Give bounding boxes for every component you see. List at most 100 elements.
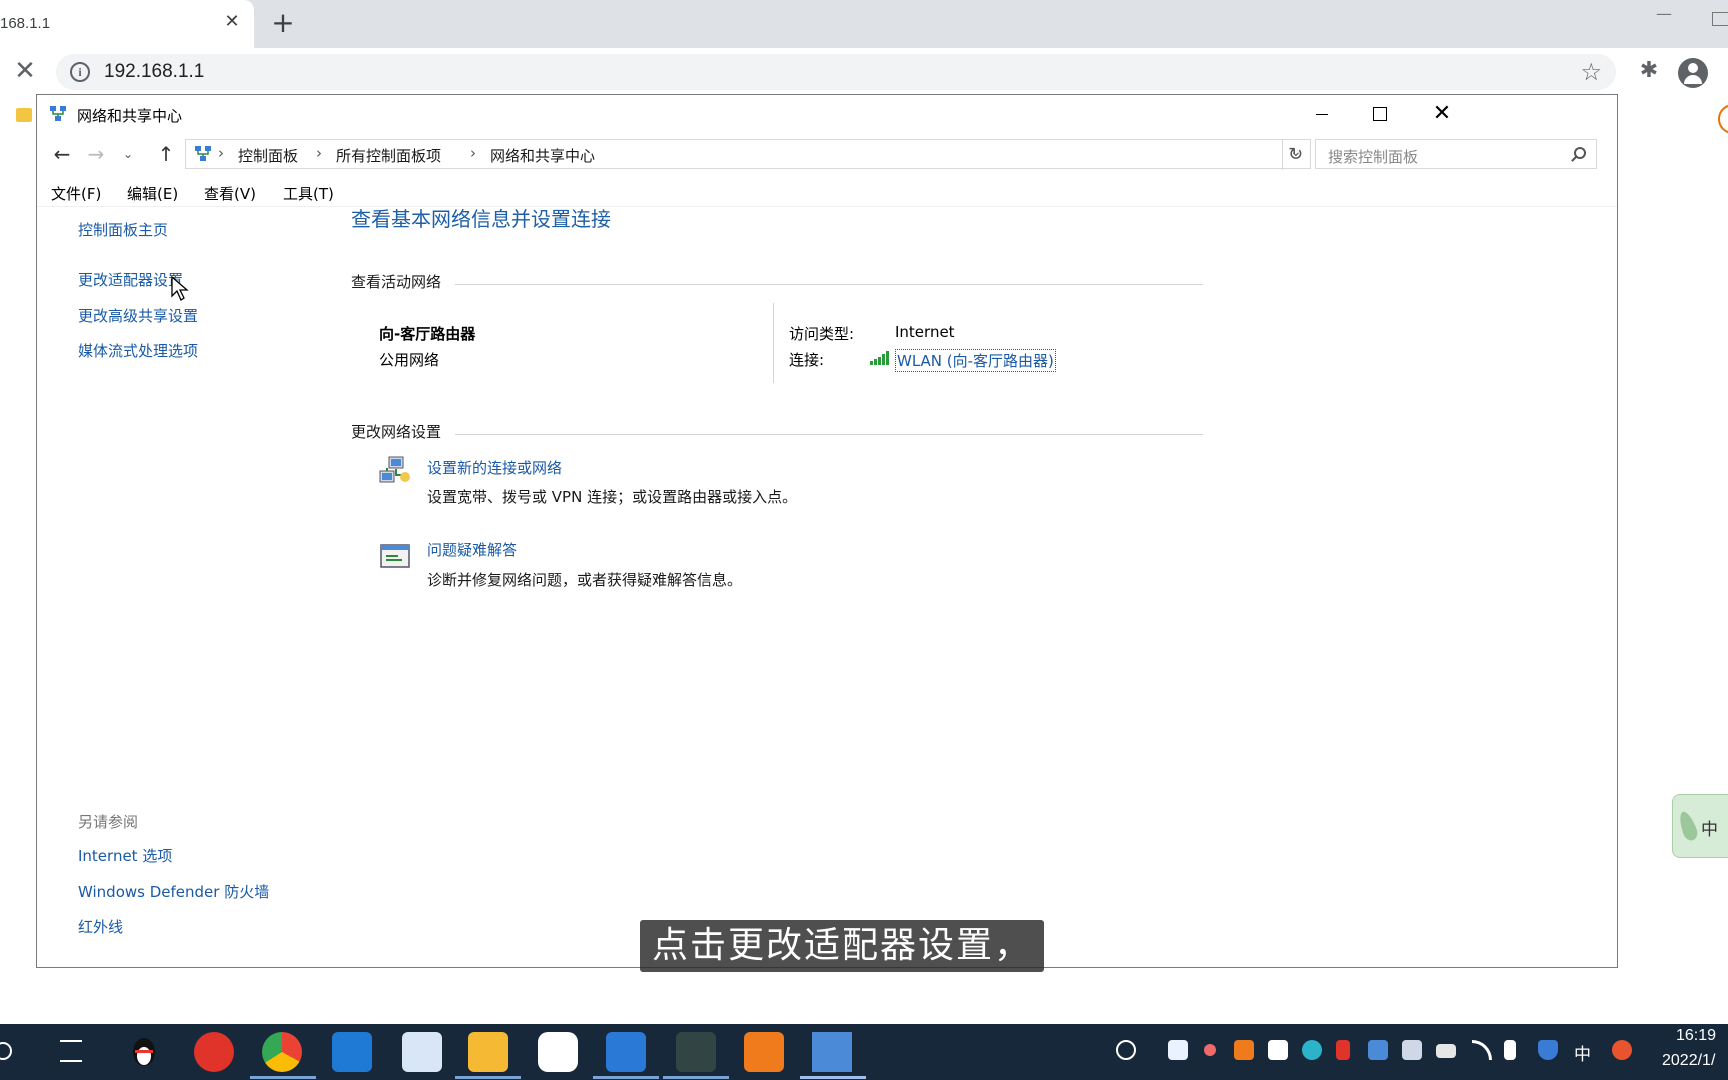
change-adapter-settings-link[interactable]: 更改适配器设置 xyxy=(78,269,183,290)
music-tray-icon[interactable] xyxy=(1336,1040,1350,1060)
see-also-title: 另请参阅 xyxy=(78,813,139,831)
setup-new-connection-link[interactable]: 设置新的连接或网络 xyxy=(427,457,562,478)
browser-minimize-icon[interactable]: — xyxy=(1652,4,1676,34)
security-shield-icon[interactable] xyxy=(1538,1040,1558,1060)
windows-taskbar: 中 16:19 2022/1/ xyxy=(0,1024,1728,1080)
up-arrow-icon[interactable]: ↑ xyxy=(153,141,179,167)
clock-time[interactable]: 16:19 xyxy=(1676,1027,1716,1045)
tab-title: 168.1.1 xyxy=(0,15,51,32)
close-button[interactable]: ✕ xyxy=(1427,99,1457,129)
troubleshoot-icon xyxy=(380,544,410,568)
section-divider xyxy=(455,284,1203,285)
qq-app-icon[interactable] xyxy=(124,1032,164,1072)
leaf-icon xyxy=(1676,809,1700,843)
stop-loading-icon[interactable]: ✕ xyxy=(10,56,40,86)
troubleshoot-link[interactable]: 问题疑难解答 xyxy=(427,539,517,560)
connection-label: 连接: xyxy=(789,351,825,369)
people-icon[interactable] xyxy=(1116,1040,1136,1060)
clock-date[interactable]: 2022/1/ xyxy=(1662,1052,1715,1070)
bookmark-star-icon[interactable]: ☆ xyxy=(1580,58,1602,86)
page-title: 查看基本网络信息并设置连接 xyxy=(351,207,611,231)
new-tab-icon[interactable]: + xyxy=(268,8,298,38)
wifi-tray-icon[interactable] xyxy=(1472,1040,1492,1060)
display-tray-icon[interactable] xyxy=(1402,1040,1422,1060)
recorder-icon[interactable] xyxy=(676,1032,716,1072)
maximize-button[interactable] xyxy=(1365,101,1395,127)
windows-defender-firewall-link[interactable]: Windows Defender 防火墙 xyxy=(78,881,269,902)
minimize-button[interactable] xyxy=(1307,103,1337,125)
troubleshoot-desc: 诊断并修复网络问题，或者获得疑难解答信息。 xyxy=(427,571,743,589)
chevron-right-icon: › xyxy=(218,144,224,162)
browser-maximize-icon[interactable] xyxy=(1712,12,1728,26)
battery-tray-icon[interactable] xyxy=(1436,1044,1456,1058)
control-panel-home-link[interactable]: 控制面板主页 xyxy=(78,219,168,240)
address-row: ← → ⌄ ↑ › 控制面板 › 所有控制面板项 › 网络和共享中心 ⌄ ↻ 搜… xyxy=(37,139,1617,171)
url-text[interactable]: 192.168.1.1 xyxy=(104,61,204,83)
chevron-right-icon: › xyxy=(316,144,322,162)
feishu-icon[interactable] xyxy=(402,1032,442,1072)
change-network-settings-heading: 更改网络设置 xyxy=(351,423,442,441)
presentation-icon[interactable] xyxy=(744,1032,784,1072)
menu-edit[interactable]: 编辑(E) xyxy=(127,183,178,204)
ime-indicator[interactable]: 中 xyxy=(1574,1040,1591,1065)
breadcrumb-control-panel[interactable]: 控制面板 xyxy=(238,145,298,166)
menu-file[interactable]: 文件(F) xyxy=(51,183,101,204)
volume-tray-icon[interactable] xyxy=(1504,1040,1516,1060)
baidu-netdisk-icon[interactable] xyxy=(538,1032,578,1072)
breadcrumb-all-items[interactable]: 所有控制面板项 xyxy=(336,145,441,166)
media-streaming-options-link[interactable]: 媒体流式处理选项 xyxy=(78,340,198,361)
internet-options-link[interactable]: Internet 选项 xyxy=(78,845,172,866)
wlan-connection-link[interactable]: WLAN (向-客厅路由器) xyxy=(895,349,1056,372)
extensions-icon[interactable]: ✱ xyxy=(1636,58,1662,84)
vertical-divider xyxy=(773,303,774,383)
search-icon[interactable] xyxy=(1574,147,1586,159)
ime-floating-widget[interactable]: 中 xyxy=(1672,794,1728,858)
menu-view[interactable]: 查看(V) xyxy=(204,183,256,204)
account-avatar[interactable] xyxy=(1718,104,1728,134)
browser-tab[interactable]: 168.1.1 ✕ xyxy=(0,0,254,48)
qq-tray-icon[interactable] xyxy=(1268,1040,1288,1060)
chevron-right-icon: › xyxy=(470,144,476,162)
network-setup-icon xyxy=(379,456,410,483)
browser-tabstrip: 168.1.1 ✕ + — xyxy=(0,0,1728,48)
browser-toolbar: ✕ i 192.168.1.1 ☆ ✱ xyxy=(0,48,1728,134)
menu-bar: 文件(F) 编辑(E) 查看(V) 工具(T) xyxy=(37,179,1617,207)
forward-arrow-icon[interactable]: → xyxy=(83,141,109,167)
profile-icon[interactable] xyxy=(1678,58,1708,88)
task-view-icon[interactable] xyxy=(60,1040,82,1062)
file-explorer-icon[interactable] xyxy=(468,1032,508,1072)
wps-icon[interactable] xyxy=(606,1032,646,1072)
search-input[interactable]: 搜索控制面板 xyxy=(1315,139,1597,169)
refresh-icon[interactable]: ↻ xyxy=(1282,140,1308,170)
infrared-link[interactable]: 红外线 xyxy=(78,916,123,937)
tab-close-icon[interactable]: ✕ xyxy=(220,10,244,34)
network-sharing-window: 网络和共享中心 ✕ ← → ⌄ ↑ › 控制面板 › 所有控制面板项 › 网络和… xyxy=(36,94,1618,968)
setup-new-connection-desc: 设置宽带、拨号或 VPN 连接；或设置路由器或接入点。 xyxy=(427,488,798,506)
baidu-netdisk-tray-icon[interactable] xyxy=(1168,1040,1188,1060)
video-subtitle: 点击更改适配器设置， xyxy=(640,920,1045,972)
sync-tray-icon[interactable] xyxy=(1302,1040,1322,1060)
search-icon[interactable] xyxy=(0,1042,12,1060)
netease-music-icon[interactable] xyxy=(194,1032,234,1072)
subtitle-text: 点击更改适配器设置， xyxy=(652,925,1033,966)
bookmark-folder-icon[interactable] xyxy=(16,108,32,122)
advanced-sharing-settings-link[interactable]: 更改高级共享设置 xyxy=(78,305,198,326)
address-bar[interactable]: i 192.168.1.1 ☆ xyxy=(56,54,1616,90)
recent-locations-icon[interactable]: ⌄ xyxy=(115,141,141,167)
breadcrumb-network-center[interactable]: 网络和共享中心 xyxy=(490,145,595,166)
control-panel-taskbar-icon[interactable] xyxy=(812,1032,852,1072)
ime-tray-icon[interactable] xyxy=(1612,1040,1632,1060)
window-titlebar: 网络和共享中心 ✕ xyxy=(37,95,1617,133)
site-info-icon[interactable]: i xyxy=(70,62,90,82)
section-divider xyxy=(455,434,1203,435)
chrome-icon[interactable] xyxy=(262,1032,302,1072)
breadcrumb[interactable]: › 控制面板 › 所有控制面板项 › 网络和共享中心 ⌄ ↻ xyxy=(185,139,1311,170)
record-dot-icon[interactable] xyxy=(1204,1044,1216,1056)
menu-tools[interactable]: 工具(T) xyxy=(283,183,334,204)
network-tray-icon[interactable] xyxy=(1368,1040,1388,1060)
vscode-icon[interactable] xyxy=(332,1032,372,1072)
app-tray-icon[interactable] xyxy=(1234,1040,1254,1060)
access-type-label: 访问类型: xyxy=(789,325,855,343)
back-arrow-icon[interactable]: ← xyxy=(49,141,75,167)
network-type: 公用网络 xyxy=(379,351,440,369)
